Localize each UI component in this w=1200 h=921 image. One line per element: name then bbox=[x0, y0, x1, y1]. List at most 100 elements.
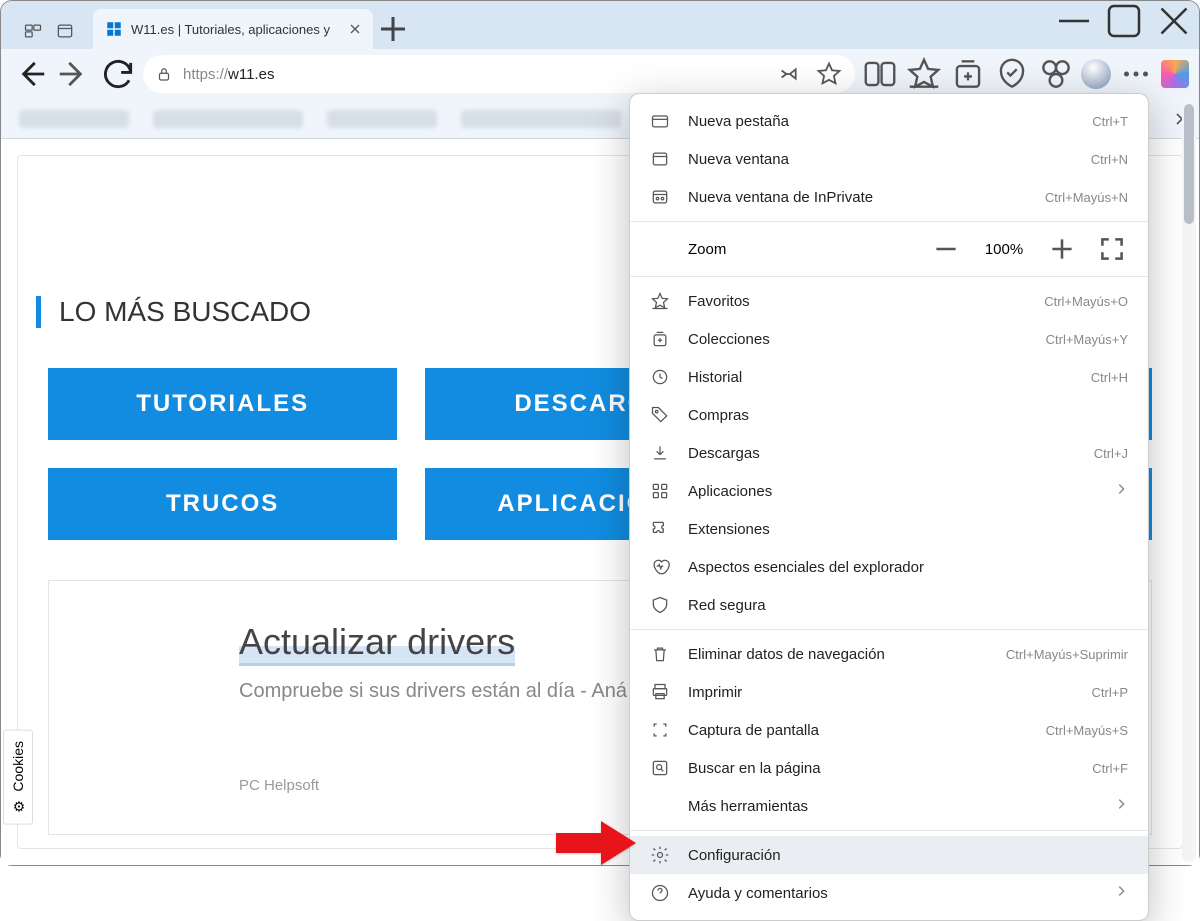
puzzle-icon bbox=[650, 519, 670, 539]
favorites-icon[interactable] bbox=[905, 55, 943, 93]
window-icon bbox=[650, 149, 670, 169]
menu-item-colecciones[interactable]: Colecciones Ctrl+Mayús+Y bbox=[630, 320, 1148, 358]
workspaces-icon[interactable] bbox=[23, 21, 43, 41]
tab-title: W11.es | Tutoriales, aplicaciones y bbox=[131, 22, 339, 37]
rewards-icon[interactable] bbox=[1037, 55, 1075, 93]
profile-avatar[interactable] bbox=[1081, 59, 1111, 89]
menu-item-compras[interactable]: Compras bbox=[630, 396, 1148, 434]
menu-item-eliminar-datos-de-navegaci-n[interactable]: Eliminar datos de navegaciónCtrl+Mayús+S… bbox=[630, 635, 1148, 673]
find-icon bbox=[650, 758, 670, 778]
annotation-arrow bbox=[556, 821, 636, 870]
menu-item-captura-de-pantalla[interactable]: Captura de pantallaCtrl+Mayús+S bbox=[630, 711, 1148, 749]
menu-item-buscar-en-la-p-gina[interactable]: Buscar en la páginaCtrl+F bbox=[630, 749, 1148, 787]
menu-item-label: Nueva pestaña bbox=[688, 113, 1074, 130]
menu-item-label: Red segura bbox=[688, 597, 1128, 614]
history-icon bbox=[650, 367, 670, 387]
favorite-star-icon[interactable] bbox=[815, 55, 843, 93]
collections-icon[interactable] bbox=[949, 55, 987, 93]
bookmark-item[interactable] bbox=[461, 110, 621, 128]
chevron-right-icon bbox=[1114, 884, 1128, 902]
category-button[interactable]: TRUCOS bbox=[48, 468, 397, 540]
new-tab-button[interactable] bbox=[373, 9, 413, 49]
forward-button[interactable] bbox=[55, 55, 93, 93]
menu-item-favoritos[interactable]: Favoritos Ctrl+Mayús+O bbox=[630, 282, 1148, 320]
menu-item-label: Colecciones bbox=[688, 331, 1028, 348]
tab-actions-icon[interactable] bbox=[55, 21, 75, 41]
menu-item-ayuda-y-comentarios[interactable]: Ayuda y comentarios bbox=[630, 874, 1148, 912]
print-icon bbox=[650, 682, 670, 702]
tab-close-button[interactable] bbox=[347, 21, 363, 37]
menu-separator bbox=[630, 276, 1148, 277]
scrollbar[interactable] bbox=[1182, 99, 1196, 862]
blank-icon bbox=[650, 796, 670, 816]
shield-icon bbox=[650, 595, 670, 615]
menu-item-aplicaciones[interactable]: Aplicaciones bbox=[630, 472, 1148, 510]
pulse-icon bbox=[650, 557, 670, 577]
collections-icon bbox=[650, 329, 670, 349]
menu-shortcut: Ctrl+P bbox=[1092, 685, 1128, 700]
menu-item-nueva-ventana-de-inprivate[interactable]: Nueva ventana de InPrivateCtrl+Mayús+N bbox=[630, 178, 1148, 216]
menu-item-label: Ayuda y comentarios bbox=[688, 885, 1096, 902]
tab-icon bbox=[650, 111, 670, 131]
private-icon bbox=[650, 187, 670, 207]
menu-shortcut: Ctrl+F bbox=[1092, 761, 1128, 776]
menu-shortcut: Ctrl+H bbox=[1091, 370, 1128, 385]
menu-item-label: Eliminar datos de navegación bbox=[688, 646, 988, 663]
window-minimize-button[interactable] bbox=[1049, 1, 1099, 41]
bookmark-item[interactable] bbox=[153, 110, 303, 128]
chevron-right-icon bbox=[1114, 797, 1128, 815]
download-icon bbox=[650, 443, 670, 463]
zoom-out-button[interactable] bbox=[930, 233, 962, 265]
site-info-icon[interactable] bbox=[155, 65, 173, 83]
menu-item-label: Más herramientas bbox=[688, 798, 1096, 815]
window-close-button[interactable] bbox=[1149, 1, 1199, 41]
menu-item-label: Captura de pantalla bbox=[688, 722, 1028, 739]
window-maximize-button[interactable] bbox=[1099, 1, 1149, 41]
menu-separator bbox=[630, 830, 1148, 831]
split-screen-icon[interactable] bbox=[861, 55, 899, 93]
menu-item-label: Favoritos bbox=[688, 293, 1026, 310]
menu-item-configuraci-n[interactable]: Configuración bbox=[630, 836, 1148, 874]
bookmark-item[interactable] bbox=[327, 110, 437, 128]
screenshot-icon bbox=[650, 720, 670, 740]
menu-item-descargas[interactable]: DescargasCtrl+J bbox=[630, 434, 1148, 472]
menu-item-label: Aplicaciones bbox=[688, 483, 1096, 500]
menu-item-label: Nueva ventana de InPrivate bbox=[688, 189, 1027, 206]
menu-shortcut: Ctrl+T bbox=[1092, 114, 1128, 129]
menu-separator bbox=[630, 629, 1148, 630]
zoom-in-button[interactable] bbox=[1046, 233, 1078, 265]
copilot-icon[interactable] bbox=[1161, 60, 1189, 88]
back-button[interactable] bbox=[11, 55, 49, 93]
fullscreen-button[interactable] bbox=[1096, 233, 1128, 265]
menu-item-nueva-pesta-a[interactable]: Nueva pestaña Ctrl+T bbox=[630, 102, 1148, 140]
browser-essentials-icon[interactable] bbox=[993, 55, 1031, 93]
menu-item-label: Extensiones bbox=[688, 521, 1128, 538]
scroll-thumb[interactable] bbox=[1184, 104, 1194, 224]
menu-item-label: Aspectos esenciales del explorador bbox=[688, 559, 1128, 576]
menu-item-red-segura[interactable]: Red segura bbox=[630, 586, 1148, 624]
menu-shortcut: Ctrl+Mayús+O bbox=[1044, 294, 1128, 309]
menu-shortcut: Ctrl+Mayús+Y bbox=[1046, 332, 1128, 347]
category-button[interactable]: TUTORIALES bbox=[48, 368, 397, 440]
active-tab[interactable]: W11.es | Tutoriales, aplicaciones y bbox=[93, 9, 373, 49]
menu-item-historial[interactable]: HistorialCtrl+H bbox=[630, 358, 1148, 396]
gear-icon: ⚙ bbox=[10, 798, 26, 814]
menu-item-aspectos-esenciales-del-explorador[interactable]: Aspectos esenciales del explorador bbox=[630, 548, 1148, 586]
read-aloud-icon[interactable] bbox=[777, 55, 805, 93]
menu-item-label: Nueva ventana bbox=[688, 151, 1073, 168]
reload-button[interactable] bbox=[99, 55, 137, 93]
cookies-tab[interactable]: ⚙ Cookies bbox=[3, 730, 33, 825]
menu-item-nueva-ventana[interactable]: Nueva ventana Ctrl+N bbox=[630, 140, 1148, 178]
menu-item-label: Compras bbox=[688, 407, 1128, 424]
menu-item-extensiones[interactable]: Extensiones bbox=[630, 510, 1148, 548]
star-icon bbox=[650, 291, 670, 311]
bookmark-item[interactable] bbox=[19, 110, 129, 128]
menu-item-m-s-herramientas[interactable]: Más herramientas bbox=[630, 787, 1148, 825]
menu-shortcut: Ctrl+N bbox=[1091, 152, 1128, 167]
menu-separator bbox=[630, 221, 1148, 222]
settings-menu-button[interactable] bbox=[1117, 55, 1155, 93]
toolbar: https://w11.es bbox=[1, 49, 1199, 99]
address-bar[interactable]: https://w11.es bbox=[143, 55, 855, 93]
menu-item-imprimir[interactable]: ImprimirCtrl+P bbox=[630, 673, 1148, 711]
titlebar: W11.es | Tutoriales, aplicaciones y bbox=[1, 1, 1199, 49]
